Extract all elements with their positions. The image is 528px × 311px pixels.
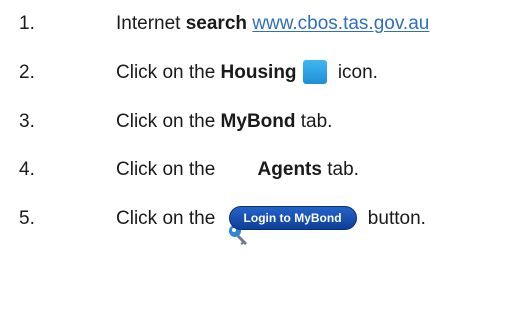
step-text-plain: icon. — [332, 62, 378, 83]
step-text-plain: Internet — [116, 13, 186, 34]
step-text-plain: Click on the — [116, 62, 221, 83]
key-icon — [227, 159, 251, 245]
step-text-plain: Click on the — [116, 159, 221, 180]
step-text-bold: Agents — [257, 159, 322, 180]
step-text: Click on the Agents tab. — [116, 154, 359, 245]
step-text: Click on the Housing icon. — [116, 57, 378, 144]
home-icon — [302, 60, 327, 144]
step-number: 4. — [19, 159, 35, 180]
step-text-bold: search — [185, 13, 247, 34]
step-text-plain: Click on the — [116, 111, 221, 132]
step-text-plain: tab. — [295, 111, 333, 132]
step-number: 1. — [19, 13, 35, 34]
step-number: 2. — [19, 62, 35, 83]
step-text-plain: tab. — [321, 159, 359, 180]
step-number: 3. — [19, 111, 35, 132]
instruction-steps: 1. Internet search www.cbos.tas.gov.au 2… — [0, 0, 528, 260]
step-text: Click on the MyBond tab. — [116, 106, 332, 138]
step-text-bold: Housing — [220, 62, 297, 83]
login-to-mybond-button[interactable]: Login to MyBond — [228, 206, 357, 230]
step-text: Click on the Login to MyBond button. — [116, 203, 426, 235]
cbos-website-link[interactable]: www.cbos.tas.gov.au — [252, 8, 429, 40]
step-text-bold: MyBond — [220, 111, 296, 132]
step-number: 5. — [19, 208, 35, 229]
step-text-plain: Click on the — [116, 208, 221, 229]
step-text: Internet search www.cbos.tas.gov.au — [116, 8, 429, 40]
step-text-plain: button. — [362, 208, 426, 229]
